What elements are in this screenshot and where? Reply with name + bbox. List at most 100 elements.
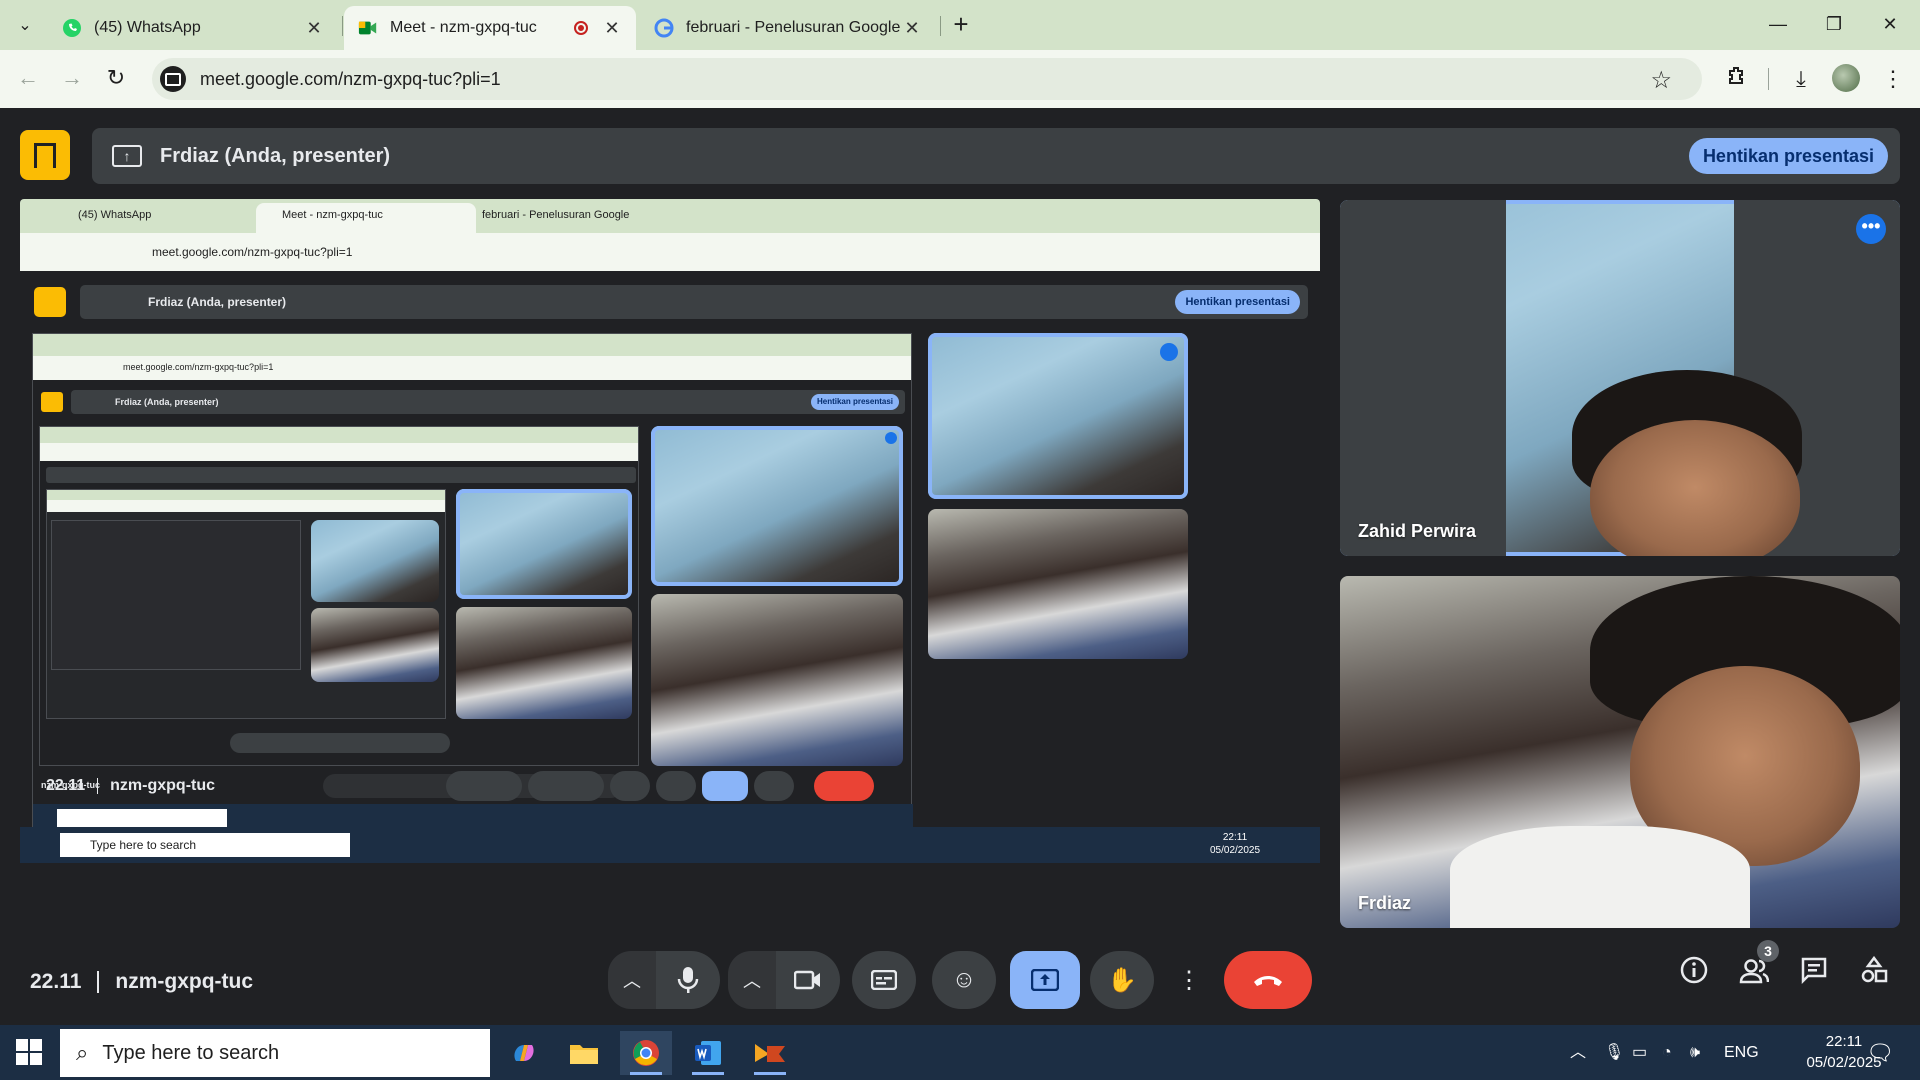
reactions-button[interactable]: ☺	[932, 951, 996, 1009]
nested-video-tile	[456, 489, 632, 599]
url-text[interactable]: meet.google.com/nzm-gxpq-tuc?pli=1	[200, 69, 501, 90]
wifi-icon[interactable]: ◔	[1662, 1025, 1672, 1080]
nested-presenting-text: Frdiaz (Anda, presenter)	[115, 397, 219, 407]
nested-clock-date: 05/02/2025	[1210, 845, 1261, 856]
meet-companion-icon[interactable]	[20, 130, 70, 180]
new-tab-button[interactable]: +	[946, 10, 976, 40]
word-app-icon[interactable]	[682, 1031, 734, 1075]
nested-present-bar: Frdiaz (Anda, presenter) Hentikan presen…	[80, 285, 1308, 319]
game-app-icon[interactable]	[744, 1031, 796, 1075]
tab-search-button[interactable]: ⌄	[10, 10, 40, 40]
nested-tab-title: februari - Penelusuran Google	[482, 209, 630, 221]
meet-page: ↑ Frdiaz (Anda, presenter) Hentikan pres…	[0, 108, 1920, 1025]
volume-icon[interactable]: 🕪	[1690, 1025, 1700, 1080]
mic-icon	[677, 967, 699, 993]
site-info-icon[interactable]	[160, 66, 186, 92]
nested-present-bar	[46, 467, 636, 483]
meeting-code: nzm-gxpq-tuc	[115, 970, 254, 993]
battery-icon[interactable]: ▭	[1632, 1025, 1647, 1080]
chevron-up-icon: ︿	[623, 971, 641, 991]
chat-button[interactable]	[1794, 955, 1834, 995]
show-hidden-icons[interactable]: ︿	[1570, 1025, 1586, 1080]
people-count-badge: 3	[1757, 940, 1779, 962]
nested-meet-logo	[34, 287, 66, 317]
meeting-info: 22.11 nzm-gxpq-tuc	[30, 970, 253, 994]
meeting-details-button[interactable]	[1674, 955, 1714, 995]
back-icon[interactable]: ←	[12, 62, 44, 94]
stop-presenting-button[interactable]: Hentikan presentasi	[1688, 138, 1888, 174]
microphone-button[interactable]	[656, 951, 720, 1009]
nested-tab-strip: (45) WhatsApp Meet - nzm-gxpq-tuc februa…	[20, 199, 1320, 233]
active-indicator	[754, 1072, 786, 1075]
notifications-icon[interactable]: 🗨	[1866, 1025, 1894, 1080]
active-indicator	[692, 1072, 724, 1075]
nested-clock: 22:11 05/02/2025	[1210, 831, 1260, 857]
leave-call-button[interactable]	[1224, 951, 1312, 1009]
close-icon[interactable]: ✕	[902, 18, 922, 39]
participant-tile-frdiaz[interactable]: Frdiaz	[1340, 576, 1900, 928]
nested-video-tile	[928, 333, 1188, 499]
present-now-button[interactable]	[1010, 951, 1080, 1009]
microphone-tray-icon[interactable]: 🎙	[1604, 1025, 1624, 1080]
google-icon	[654, 18, 674, 38]
active-indicator	[630, 1072, 662, 1075]
chevron-down-icon: ⌄	[18, 17, 32, 34]
extensions-icon[interactable]	[1722, 64, 1752, 94]
emoji-icon: ☺	[951, 966, 977, 993]
more-vertical-icon[interactable]: ⋮	[1878, 64, 1908, 94]
tab-whatsapp[interactable]: (45) WhatsApp ✕	[48, 6, 338, 50]
tile-letterbox	[1340, 200, 1506, 556]
star-icon[interactable]: ☆	[1650, 66, 1672, 95]
close-icon[interactable]: ✕	[602, 18, 622, 39]
whatsapp-icon	[62, 18, 82, 38]
taskbar-search-box[interactable]: ⌕ Type here to search	[60, 1029, 490, 1077]
nested-present-bar: Frdiaz (Anda, presenter) Hentikan presen…	[71, 390, 905, 414]
nested-address-bar: meet.google.com/nzm-gxpq-tuc?pli=1	[33, 356, 911, 380]
minimize-icon[interactable]: —	[1758, 8, 1798, 40]
nested-meet-logo	[41, 392, 63, 412]
more-options-button[interactable]: ⋮	[1166, 951, 1212, 1009]
window-close-icon[interactable]: ✕	[1870, 8, 1910, 40]
file-explorer-icon[interactable]	[558, 1031, 610, 1075]
nested-presenting-text: Frdiaz (Anda, presenter)	[148, 295, 287, 309]
browser-tab-strip: ⌄ (45) WhatsApp ✕ Meet - nzm-gxpq-tuc ✕ …	[0, 0, 1920, 50]
video-options-button[interactable]: ︿	[728, 951, 776, 1009]
more-options-icon[interactable]: •••	[1856, 214, 1886, 244]
tab-meet[interactable]: Meet - nzm-gxpq-tuc ✕	[344, 6, 636, 50]
windows-start-icon[interactable]	[16, 1039, 42, 1065]
raise-hand-icon: ✋	[1107, 966, 1137, 994]
nested-stop-presenting: Hentikan presentasi	[810, 394, 899, 410]
nested-search-placeholder: Type here to search	[90, 838, 197, 852]
participant-name: Zahid Perwira	[1358, 521, 1477, 541]
person-shirt	[1450, 826, 1750, 928]
raise-hand-button[interactable]: ✋	[1090, 951, 1154, 1009]
nested-tab-strip	[47, 490, 445, 500]
nested-address-bar: meet.google.com/nzm-gxpq-tuc?pli=1	[20, 233, 1320, 271]
language-indicator[interactable]: ENG	[1724, 1025, 1759, 1080]
profile-avatar[interactable]	[1832, 64, 1860, 92]
nested-meeting-code: nzm-gxpq-tuc	[110, 777, 216, 794]
close-icon[interactable]: ✕	[304, 18, 324, 39]
participant-tile-zahid[interactable]: ••• Zahid Perwira	[1340, 200, 1900, 556]
download-icon[interactable]: ⤓	[1786, 64, 1816, 94]
tab-google-search[interactable]: februari - Penelusuran Google ✕	[640, 6, 936, 50]
address-bar[interactable]: meet.google.com/nzm-gxpq-tuc?pli=1 ☆	[152, 58, 1702, 100]
camera-icon	[794, 970, 820, 990]
copilot-app-icon[interactable]	[498, 1031, 550, 1075]
meeting-time: 22.11	[30, 970, 82, 993]
camera-button[interactable]	[776, 951, 840, 1009]
reload-icon[interactable]: ↻	[100, 62, 132, 94]
audio-options-button[interactable]: ︿	[608, 951, 656, 1009]
nested-tab-title: Meet - nzm-gxpq-tuc	[282, 209, 383, 221]
nested-video-tile	[651, 594, 903, 766]
restore-icon[interactable]: ❐	[1814, 8, 1854, 40]
presenting-banner: ↑ Frdiaz (Anda, presenter) Hentikan pres…	[92, 128, 1900, 184]
captions-button[interactable]	[852, 951, 916, 1009]
participant-name: Frdiaz	[1358, 893, 1412, 913]
forward-icon[interactable]: →	[56, 62, 88, 94]
nested-tab-title: (45) WhatsApp	[78, 209, 152, 221]
nested-meeting-info: 22.11 nzm-gxpq-tuc	[46, 777, 215, 795]
nested-url: meet.google.com/nzm-gxpq-tuc?pli=1	[152, 245, 353, 259]
activities-button[interactable]	[1854, 955, 1894, 995]
chrome-app-icon[interactable]	[620, 1031, 672, 1075]
